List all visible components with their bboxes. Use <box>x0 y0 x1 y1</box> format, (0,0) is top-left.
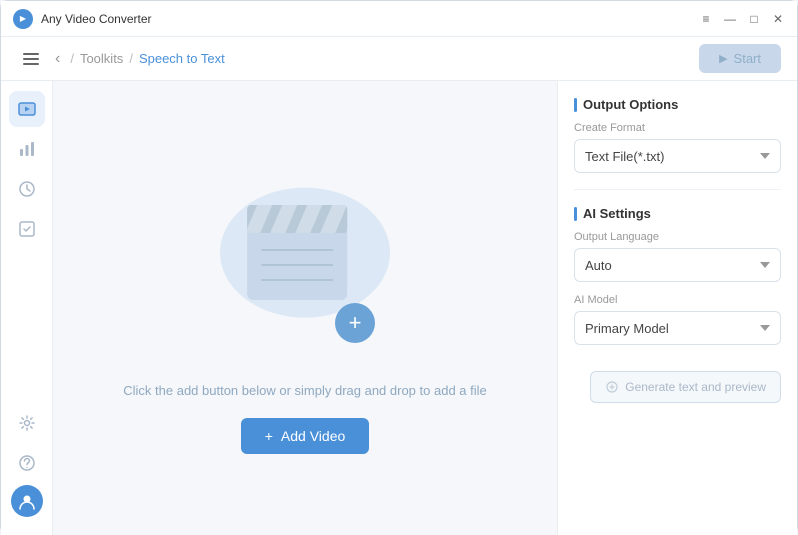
create-format-select[interactable]: Text File(*.txt) SRT File(*.srt) VTT Fil… <box>574 139 781 173</box>
sidebar-bottom <box>9 405 45 525</box>
nav-bar: ‹ / Toolkits / Speech to Text ▶ Start <box>1 37 797 81</box>
analytics-icon <box>17 139 37 159</box>
main-layout: + Click the add button below or simply d… <box>1 81 797 535</box>
sidebar-item-analytics[interactable] <box>9 131 45 167</box>
breadcrumb-separator-1: / <box>70 51 74 66</box>
close-btn[interactable]: ✕ <box>771 12 785 26</box>
history-icon <box>17 179 37 199</box>
output-language-select[interactable]: Auto English Chinese Japanese <box>574 248 781 282</box>
avatar-icon <box>17 491 37 511</box>
generate-label: Generate text and preview <box>625 380 766 394</box>
sidebar-item-convert[interactable] <box>9 91 45 127</box>
settings-icon <box>17 413 37 433</box>
output-language-field: Output Language Auto English Chinese Jap… <box>574 231 781 282</box>
sidebar <box>1 81 53 535</box>
add-video-label: Add Video <box>281 428 345 444</box>
user-avatar[interactable] <box>11 485 43 517</box>
clapperboard-icon <box>232 185 372 315</box>
sidebar-item-settings[interactable] <box>9 405 45 441</box>
title-bar: Any Video Converter ≡ — □ ✕ <box>1 1 797 37</box>
generate-icon <box>605 380 619 394</box>
title-bar-controls: ≡ — □ ✕ <box>699 12 785 26</box>
tasks-icon <box>17 219 37 239</box>
sidebar-item-tasks[interactable] <box>9 211 45 247</box>
breadcrumb-speech-to-text: Speech to Text <box>139 51 225 66</box>
menu-btn[interactable]: ≡ <box>699 12 713 26</box>
output-options-section: Output Options Create Format Text File(*… <box>574 97 781 173</box>
back-button[interactable]: ‹ <box>51 48 64 70</box>
app-title: Any Video Converter <box>41 12 152 26</box>
breadcrumb-toolkits[interactable]: Toolkits <box>80 51 123 66</box>
app-icon <box>13 9 33 29</box>
output-options-title: Output Options <box>574 97 781 112</box>
start-button[interactable]: ▶ Start <box>699 44 781 73</box>
drop-zone-illustration: + <box>205 163 405 363</box>
generate-button[interactable]: Generate text and preview <box>590 371 781 403</box>
add-video-icon: + <box>265 428 273 444</box>
help-icon <box>17 453 37 473</box>
sidebar-top <box>9 91 45 405</box>
section-divider <box>574 189 781 190</box>
ai-model-select[interactable]: Primary Model Secondary Model <box>574 311 781 345</box>
breadcrumb-separator-2: / <box>129 51 133 66</box>
ai-settings-title: AI Settings <box>574 206 781 221</box>
create-format-label: Create Format <box>574 122 781 134</box>
title-bar-left: Any Video Converter <box>13 9 152 29</box>
hamburger-menu-button[interactable] <box>17 45 45 73</box>
start-label: Start <box>734 51 761 66</box>
convert-icon <box>17 99 37 119</box>
maximize-btn[interactable]: □ <box>747 12 761 26</box>
drop-hint-text: Click the add button below or simply dra… <box>123 383 487 398</box>
sidebar-item-history[interactable] <box>9 171 45 207</box>
minimize-btn[interactable]: — <box>723 12 737 26</box>
output-language-label: Output Language <box>574 231 781 243</box>
sidebar-item-help[interactable] <box>9 445 45 481</box>
nav-left: ‹ / Toolkits / Speech to Text <box>17 45 225 73</box>
ai-model-field: AI Model Primary Model Secondary Model <box>574 294 781 345</box>
content-area: + Click the add button below or simply d… <box>53 81 797 535</box>
drop-zone: + Click the add button below or simply d… <box>53 81 557 535</box>
add-video-button[interactable]: + Add Video <box>241 418 370 454</box>
ai-settings-section: AI Settings Output Language Auto English… <box>574 206 781 345</box>
add-file-icon[interactable]: + <box>335 303 375 343</box>
ai-model-label: AI Model <box>574 294 781 306</box>
generate-area: Generate text and preview <box>574 367 781 403</box>
start-icon: ▶ <box>719 52 727 65</box>
right-panel: Output Options Create Format Text File(*… <box>557 81 797 535</box>
